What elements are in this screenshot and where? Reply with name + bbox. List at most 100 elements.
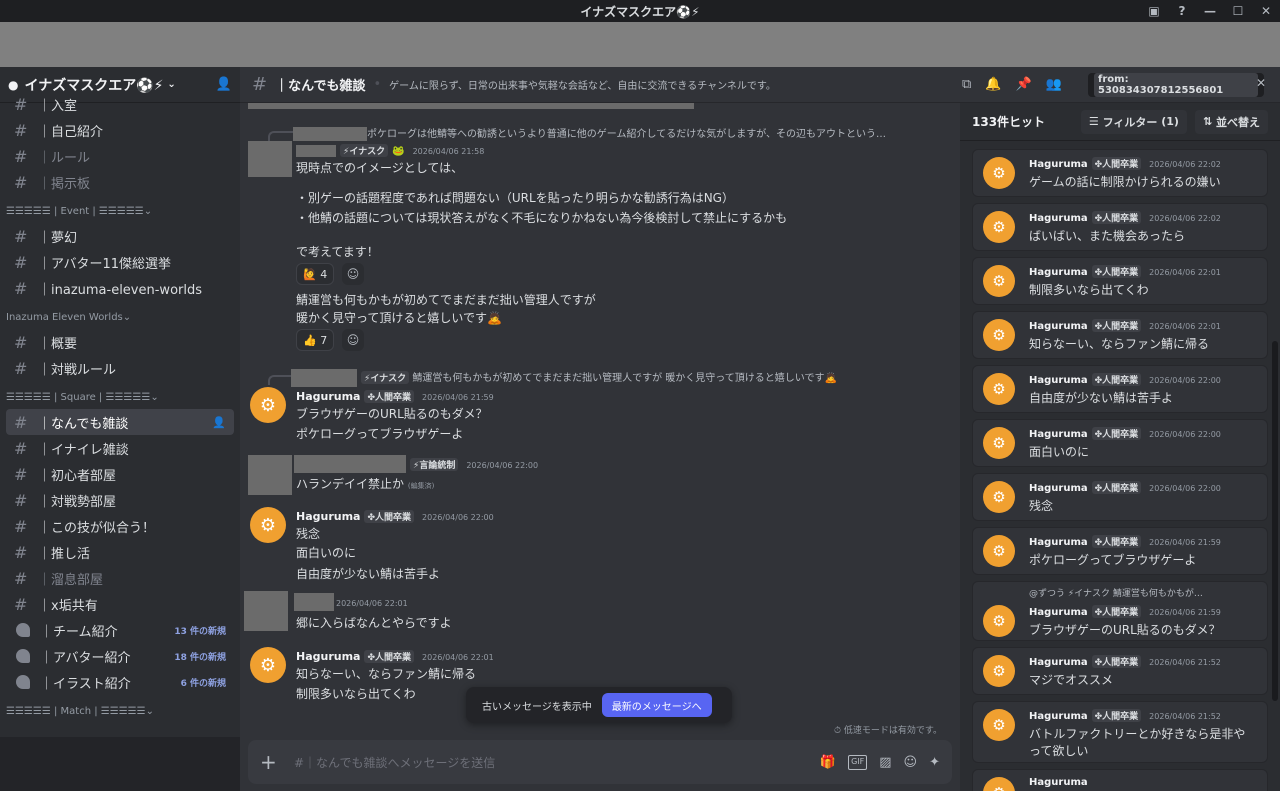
search-result[interactable]: ⚙ Haguruma ✤人間卒業 2026/04/06 22:02 ばいばい、また機会あ… <box>972 203 1268 251</box>
sidebar-channel[interactable]: ｜チーム紹介 13 件の新規 <box>6 617 234 643</box>
add-reaction-icon[interactable]: ☺ <box>342 263 364 285</box>
gift-icon[interactable]: 🎁 <box>820 755 836 770</box>
avatar[interactable]: ⚙ <box>983 265 1015 297</box>
avatar[interactable]: ⚙ <box>983 157 1015 189</box>
search-result[interactable]: ⚙ Haguruma ✤人間卒業 2026/04/06 22:01 制限多いなら出てくわ <box>972 257 1268 305</box>
sidebar-channel[interactable]: # ｜なんでも雑談 👤 <box>6 409 234 435</box>
search-input[interactable]: from: 530834307812556801 <box>1088 73 1264 97</box>
username[interactable]: Haguruma <box>1029 483 1088 494</box>
username[interactable]: Haguruma <box>1029 429 1088 440</box>
sidebar-channel[interactable]: ｜アバター紹介 18 件の新規 <box>6 643 234 669</box>
avatar[interactable]: ⚙ <box>983 373 1015 405</box>
reply-preview[interactable]: ポケローグは他鯖等への勧誘というより普通に他のゲーム紹介してるだけな気がしますが… <box>293 125 886 141</box>
threads-icon[interactable]: ⧉ <box>962 77 971 92</box>
sidebar-channel[interactable]: # ｜推し活 <box>6 539 234 565</box>
category-header[interactable]: ☰☰☰☰☰ | Square | ☰☰☰☰☰ ⌄ <box>0 381 240 409</box>
avatar[interactable]: ⚙ <box>983 709 1015 741</box>
reply-preview[interactable]: ⚡イナスク 鯖運営も何もかもが初めてでまだまだ拙い管理人ですが 暖かく見守って頂… <box>291 369 837 387</box>
sidebar-channel[interactable]: # ｜対戦勢部屋 <box>6 487 234 513</box>
username[interactable]: Haguruma <box>1029 777 1088 788</box>
pin-icon[interactable]: 📌 <box>1015 77 1031 92</box>
apps-icon[interactable]: ✦ <box>929 755 940 770</box>
username[interactable]: Haguruma <box>1029 159 1088 170</box>
avatar[interactable]: ⚙ <box>983 481 1015 513</box>
sidebar-channel[interactable]: # ｜初心者部屋 <box>6 461 234 487</box>
reaction[interactable]: 👍 7 <box>296 329 335 351</box>
inbox-icon[interactable]: ▣ <box>1140 0 1168 22</box>
sidebar-channel[interactable]: # ｜イナイレ雑談 <box>6 435 234 461</box>
username[interactable]: Haguruma <box>1029 321 1088 332</box>
avatar[interactable]: ⚙ <box>983 777 1015 791</box>
composer-placeholder[interactable]: #｜なんでも雑談へメッセージを送信 <box>294 754 495 771</box>
username[interactable]: Haguruma <box>1029 267 1088 278</box>
username[interactable]: Haguruma <box>1029 711 1088 722</box>
avatar[interactable]: ⚙ <box>983 655 1015 687</box>
members-icon[interactable]: 👥 <box>1046 77 1062 92</box>
search-result[interactable]: ⚙ Haguruma ✤人間卒業 2026/04/06 22:00 自由度が少ない鯖は苦… <box>972 365 1268 413</box>
filter-button[interactable]: ☰ フィルター (1) <box>1080 109 1187 134</box>
sidebar-channel[interactable]: # ｜夢幻 <box>6 223 234 249</box>
sidebar-channel[interactable]: # ｜溜息部屋 <box>6 565 234 591</box>
search-result[interactable]: ⚙ Haguruma ✤人間卒業 2026/04/06 21:52 マジでオススメ <box>972 647 1268 695</box>
emoji-icon[interactable]: ☺ <box>904 755 918 770</box>
channel-topic[interactable]: ゲームに限らず、日常の出来事や気軽な会話など、自由に交流できるチャンネルです。 <box>389 77 776 92</box>
avatar[interactable]: ⚙ <box>250 387 286 423</box>
search-result[interactable]: ⚙ Haguruma <box>972 769 1268 791</box>
search-result[interactable]: ⚙ Haguruma ✤人間卒業 2026/04/06 22:01 知らなーい、ならファ… <box>972 311 1268 359</box>
search-result[interactable]: ⚙ Haguruma ✤人間卒業 2026/04/06 22:00 残念 <box>972 473 1268 521</box>
sort-button[interactable]: ⇅ 並べ替え <box>1194 109 1268 134</box>
sidebar-channel[interactable]: ｜イラスト紹介 6 件の新規 <box>6 669 234 695</box>
username[interactable]: Haguruma <box>1029 607 1088 618</box>
avatar[interactable]: ⚙ <box>983 319 1015 351</box>
help-icon[interactable]: ? <box>1168 0 1196 22</box>
sticker-icon[interactable]: ▨ <box>879 755 891 770</box>
maximize-button[interactable]: ☐ <box>1224 0 1252 22</box>
sidebar-channel[interactable]: # ｜アバター11傑総選挙 <box>6 249 234 275</box>
sidebar-channel[interactable]: # ｜対戦ルール <box>6 355 234 381</box>
add-reaction-icon[interactable]: ☺ <box>342 329 364 351</box>
scrollbar[interactable] <box>1272 341 1278 701</box>
username[interactable]: Haguruma <box>296 650 360 663</box>
sidebar-channel[interactable]: # ｜概要 <box>6 329 234 355</box>
avatar[interactable] <box>248 455 292 495</box>
avatar[interactable]: ⚙ <box>250 507 286 543</box>
add-member-icon[interactable]: 👤 <box>216 77 232 92</box>
chevron-down-icon[interactable]: ⌄ <box>167 79 175 90</box>
sidebar-channel[interactable]: # ｜掲示板 <box>6 169 234 195</box>
username[interactable]: Haguruma <box>1029 657 1088 668</box>
username[interactable]: Haguruma <box>296 510 360 523</box>
avatar[interactable]: ⚙ <box>983 535 1015 567</box>
avatar[interactable] <box>244 591 288 631</box>
sidebar-channel[interactable]: # ｜x垢共有 <box>6 591 234 617</box>
close-icon[interactable]: ✕ <box>1256 76 1266 90</box>
search-result[interactable]: ⚙ Haguruma ✤人間卒業 2026/04/06 21:52 バトルファクトリーと… <box>972 701 1268 763</box>
search-result[interactable]: ⚙ Haguruma ✤人間卒業 2026/04/06 21:59 ポケローグってブラウ… <box>972 527 1268 575</box>
username[interactable]: Haguruma <box>1029 375 1088 386</box>
username[interactable]: Haguruma <box>1029 537 1088 548</box>
category-header[interactable]: ☰☰☰☰☰ | Event | ☰☰☰☰☰ ⌄ <box>0 195 240 223</box>
sidebar-channel[interactable]: # ｜ルール <box>6 143 234 169</box>
bell-icon[interactable]: 🔔 <box>985 77 1001 92</box>
reaction[interactable]: 🙋 4 <box>296 263 335 285</box>
avatar[interactable]: ⚙ <box>983 605 1015 637</box>
username[interactable]: Haguruma <box>296 390 360 403</box>
search-result[interactable]: ⚙ Haguruma ✤人間卒業 2026/04/06 22:00 面白いのに <box>972 419 1268 467</box>
category-header[interactable]: ☰☰☰☰☰ | Match | ☰☰☰☰☰ ⌄ <box>0 695 240 723</box>
avatar[interactable]: ⚙ <box>983 211 1015 243</box>
avatar[interactable]: ⚙ <box>250 647 286 683</box>
username[interactable]: Haguruma <box>1029 213 1088 224</box>
minimize-button[interactable]: — <box>1196 0 1224 22</box>
jump-to-present-button[interactable]: 最新のメッセージへ <box>601 693 712 717</box>
attach-plus-icon[interactable]: + <box>260 750 280 774</box>
search-result[interactable]: ⚙ @ずつう ⚡イナスク 鯖運営も何もかもが… Haguruma ✤人間卒業 2026/… <box>972 581 1268 641</box>
message-composer[interactable]: + #｜なんでも雑談へメッセージを送信 🎁 GIF ▨ ☺ ✦ <box>248 740 952 784</box>
close-button[interactable]: ✕ <box>1252 0 1280 22</box>
avatar[interactable] <box>248 141 292 177</box>
gif-icon[interactable]: GIF <box>848 754 868 770</box>
sidebar-channel[interactable]: # ｜inazuma-eleven-worlds <box>6 275 234 301</box>
avatar[interactable]: ⚙ <box>983 427 1015 459</box>
sidebar-channel[interactable]: # ｜入室 <box>6 91 234 117</box>
sidebar-channel[interactable]: # ｜この技が似合う！ <box>6 513 234 539</box>
category-header[interactable]: Inazuma Eleven Worlds ⌄ <box>0 301 240 329</box>
search-result[interactable]: ⚙ Haguruma ✤人間卒業 2026/04/06 22:02 ゲームの話に制限かけ… <box>972 149 1268 197</box>
